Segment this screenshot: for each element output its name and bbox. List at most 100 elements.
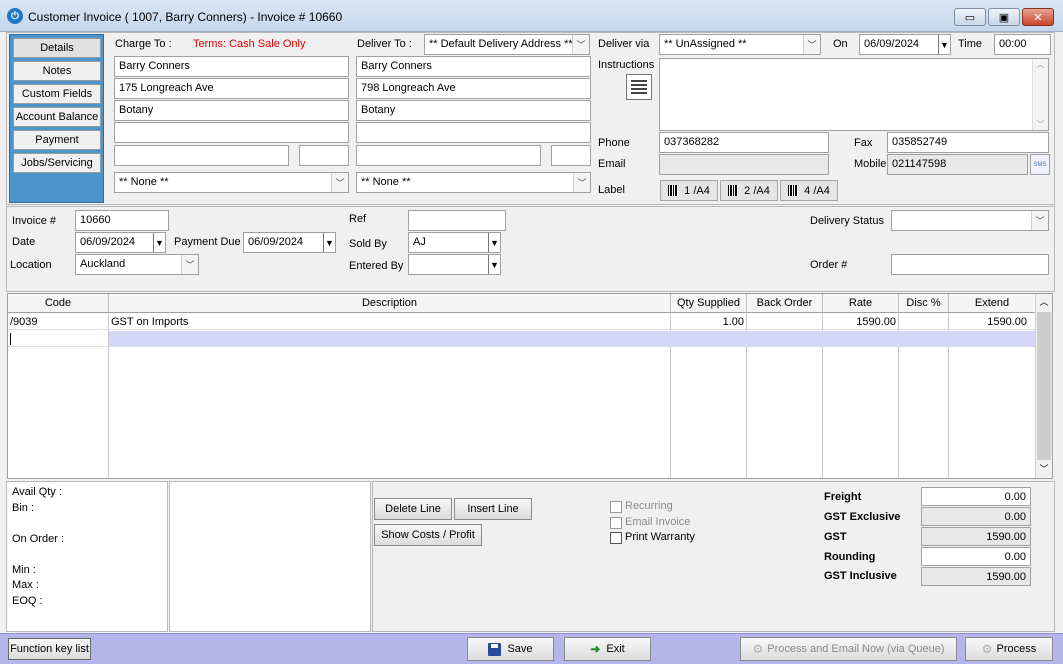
sold-by-label: Sold By (349, 238, 387, 250)
exit-arrow-icon: ➜ (590, 642, 601, 656)
save-button[interactable]: Save (467, 637, 554, 661)
process-email-button[interactable]: ⚙ Process and Email Now (via Queue) (740, 637, 957, 661)
freight-field[interactable]: 0.00 (921, 487, 1031, 506)
payment-due-field[interactable]: 06/09/2024 ▼ (243, 232, 336, 253)
phone-field[interactable]: 037368282 (659, 132, 829, 153)
mobile-label: Mobile (854, 158, 887, 170)
table-row[interactable]: /9039 GST on Imports 1.00 1590.00 1590.0… (8, 314, 1036, 330)
nav-details[interactable]: Details (13, 38, 101, 58)
scrollbar-thumb[interactable] (1037, 312, 1051, 460)
instructions-textarea[interactable] (659, 58, 1049, 131)
sms-icon[interactable]: SMS (1030, 154, 1050, 175)
time-field[interactable]: 00:00 (994, 34, 1051, 55)
gst-inclusive-label: GST Inclusive (824, 570, 897, 582)
print-warranty-checkbox[interactable] (610, 532, 622, 544)
row-description: GST on Imports (111, 316, 189, 328)
instructions-notepad-icon[interactable] (626, 74, 652, 100)
charge-to-dropdown[interactable]: ** None ** ﹀ (114, 172, 349, 193)
deliver-via-label: Deliver via (598, 38, 650, 50)
row-qty: 1.00 (722, 316, 744, 328)
fax-field[interactable]: 035852749 (887, 132, 1049, 153)
close-button[interactable]: ✕ (1022, 8, 1054, 26)
ref-field[interactable] (408, 210, 506, 231)
instructions-scrollbar[interactable]: ︿ ﹀ (1032, 59, 1048, 130)
on-order-label: On Order : (12, 533, 64, 545)
chevron-down-icon: ﹀ (572, 35, 589, 54)
terms-text: Terms: Cash Sale Only (193, 38, 306, 50)
invoice-date-field[interactable]: 06/09/2024 ▼ (75, 232, 166, 253)
col-rate[interactable]: Rate (823, 294, 899, 313)
deliver-to-dropdown[interactable]: ** None ** ﹀ (356, 172, 591, 193)
minimize-button[interactable]: ▭ (954, 8, 986, 26)
deliver-to-line-4[interactable] (356, 122, 591, 143)
freight-label: Freight (824, 491, 862, 503)
deliver-to-line-3[interactable]: Botany (356, 100, 591, 121)
insert-line-button[interactable]: Insert Line (454, 498, 532, 520)
print-warranty-label: Print Warranty (625, 531, 695, 543)
gst-label: GST (824, 531, 847, 543)
delivery-address-select[interactable]: ** Default Delivery Address ** ﹀ (424, 34, 590, 55)
caret-down-icon: ▼ (938, 35, 950, 54)
charge-to-postcode[interactable] (299, 145, 349, 166)
email-invoice-checkbox[interactable] (610, 517, 622, 529)
entered-by-select[interactable]: ▼ (408, 254, 501, 275)
location-select[interactable]: Auckland ﹀ (75, 254, 199, 275)
maximize-icon: ▣ (998, 11, 1010, 24)
col-extend[interactable]: Extend (949, 294, 1036, 313)
sold-by-value: AJ (413, 236, 426, 248)
delivery-status-select[interactable]: ﹀ (891, 210, 1049, 231)
label-2-a4-button[interactable]: 2 /A4 (720, 180, 778, 201)
process-button[interactable]: ⚙ Process (965, 637, 1053, 661)
nav-payment[interactable]: Payment (13, 130, 101, 150)
charge-to-line-2[interactable]: 175 Longreach Ave (114, 78, 349, 99)
mobile-field[interactable]: 021147598 (887, 154, 1028, 175)
sold-by-select[interactable]: AJ ▼ (408, 232, 501, 253)
gst-exclusive-label: GST Exclusive (824, 511, 901, 523)
col-description[interactable]: Description (109, 294, 671, 313)
line-items-grid[interactable]: Code Description Qty Supplied Back Order… (7, 293, 1053, 479)
delivery-status-label: Delivery Status (810, 215, 884, 227)
deliver-date-field[interactable]: 06/09/2024 ▼ (859, 34, 951, 55)
rounding-field[interactable]: 0.00 (921, 547, 1031, 566)
charge-to-line-4[interactable] (114, 122, 349, 143)
deliver-via-value: ** UnAssigned ** (664, 38, 747, 50)
maximize-button[interactable]: ▣ (988, 8, 1020, 26)
deliver-via-select[interactable]: ** UnAssigned ** ﹀ (659, 34, 821, 55)
invoice-number-field[interactable]: 10660 (75, 210, 169, 231)
col-disc[interactable]: Disc % (899, 294, 949, 313)
location-value: Auckland (80, 258, 126, 270)
entered-by-label: Entered By (349, 260, 404, 272)
charge-to-line-3[interactable]: Botany (114, 100, 349, 121)
deliver-to-postcode[interactable] (551, 145, 591, 166)
deliver-to-city[interactable] (356, 145, 541, 166)
max-label: Max : (12, 579, 39, 591)
exit-button[interactable]: ➜ Exit (564, 637, 651, 661)
charge-to-city[interactable] (114, 145, 289, 166)
deliver-to-line-1[interactable]: Barry Conners (356, 56, 591, 77)
selected-row[interactable] (109, 331, 1036, 347)
label-1-a4-button[interactable]: 1 /A4 (660, 180, 718, 201)
order-number-field[interactable] (891, 254, 1049, 275)
nav-custom-fields[interactable]: Custom Fields (13, 84, 101, 104)
recurring-checkbox[interactable] (610, 501, 622, 513)
nav-notes[interactable]: Notes (13, 61, 101, 81)
function-key-list-button[interactable]: Function key list (8, 638, 91, 660)
col-code[interactable]: Code (8, 294, 109, 313)
col-back-order[interactable]: Back Order (747, 294, 823, 313)
fax-label: Fax (854, 137, 873, 149)
charge-to-line-1[interactable]: Barry Conners (114, 56, 349, 77)
show-costs-button[interactable]: Show Costs / Profit (374, 524, 482, 546)
email-field[interactable] (659, 154, 829, 175)
nav-account-balance[interactable]: Account Balance (13, 107, 101, 127)
deliver-to-line-2[interactable]: 798 Longreach Ave (356, 78, 591, 99)
col-qty-supplied[interactable]: Qty Supplied (671, 294, 747, 313)
grid-scrollbar[interactable]: ︿ ﹀ (1035, 294, 1052, 478)
minimize-icon: ▭ (964, 11, 976, 24)
nav-jobs-servicing[interactable]: Jobs/Servicing (13, 153, 101, 173)
email-label: Email (598, 158, 626, 170)
chevron-up-icon: ︿ (1039, 297, 1049, 307)
label-4-a4-button[interactable]: 4 /A4 (780, 180, 838, 201)
avail-qty-label: Avail Qty : (12, 486, 62, 498)
new-row-code-cell[interactable] (8, 331, 108, 347)
delete-line-button[interactable]: Delete Line (374, 498, 452, 520)
